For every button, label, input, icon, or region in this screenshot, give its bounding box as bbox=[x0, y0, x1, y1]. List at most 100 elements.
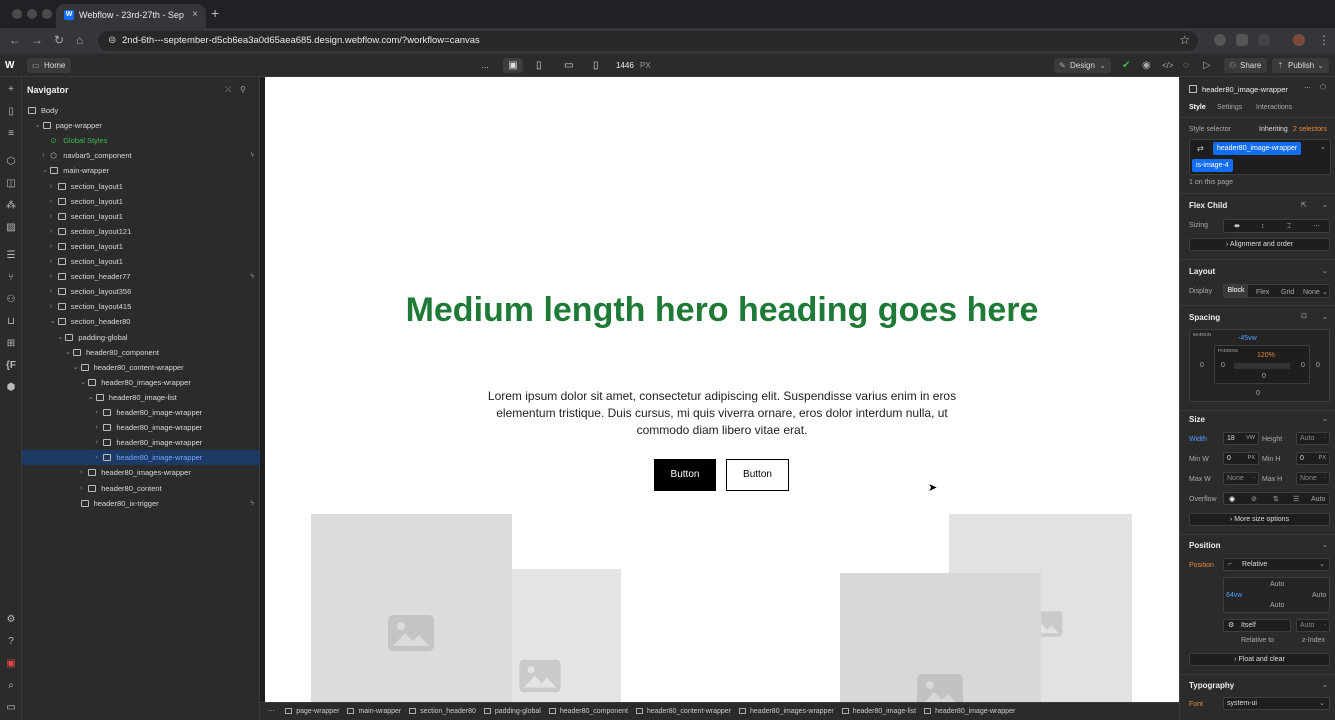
section-title-typography[interactable]: Typography bbox=[1189, 681, 1234, 690]
chevron-right-icon[interactable]: › bbox=[42, 148, 50, 163]
chevron-right-icon[interactable]: › bbox=[95, 420, 103, 435]
selector-chip-primary[interactable]: header80_image-wrapper bbox=[1213, 142, 1302, 155]
more-options-icon[interactable]: ⋯ bbox=[1304, 84, 1311, 92]
chevron-down-icon[interactable]: ⌄ bbox=[1322, 681, 1328, 689]
chevron-down-icon[interactable]: ⌄ bbox=[1322, 267, 1328, 275]
navigator-tree-row[interactable]: ⌄ page-wrapper bbox=[22, 118, 260, 133]
chevron-down-icon[interactable]: ⌄ bbox=[50, 314, 58, 329]
navigator-icon[interactable]: ≡ bbox=[5, 128, 17, 140]
audit-icon[interactable]: ▣ bbox=[5, 658, 17, 670]
max-width-input[interactable]: None - bbox=[1223, 472, 1259, 485]
add-elements-icon[interactable]: + bbox=[5, 84, 17, 96]
reload-icon[interactable]: ↻ bbox=[54, 33, 64, 47]
navigator-tree-row[interactable]: › section_layout415 bbox=[22, 299, 260, 314]
navigator-tree-row[interactable]: ⌄ header80_image-list bbox=[22, 390, 260, 405]
forward-icon[interactable]: → bbox=[31, 33, 43, 47]
chevron-down-icon[interactable]: ⌄ bbox=[57, 330, 65, 345]
chevron-down-icon[interactable]: ⌄ bbox=[73, 360, 81, 375]
mobile-landscape-breakpoint-icon[interactable]: ▭ bbox=[564, 58, 573, 73]
navigator-tree-row[interactable]: ⌄ padding-global bbox=[22, 330, 260, 345]
chevron-right-icon[interactable]: › bbox=[50, 194, 58, 209]
design-canvas[interactable]: Medium length hero heading goes here Lor… bbox=[265, 77, 1179, 702]
min-height-unit[interactable]: PX bbox=[1319, 453, 1326, 464]
navigator-tree-row[interactable]: header80_ix-trigger ϟ bbox=[22, 496, 260, 511]
home-icon[interactable]: ⌂ bbox=[76, 33, 83, 47]
chevron-right-icon[interactable]: › bbox=[50, 224, 58, 239]
site-info-icon[interactable]: ⊜ bbox=[108, 35, 116, 46]
check-status-icon[interactable]: ✔ bbox=[1122, 58, 1130, 73]
display-none-option[interactable]: None bbox=[1303, 287, 1320, 298]
chevron-down-icon[interactable]: ⌄ bbox=[65, 345, 73, 360]
chevron-right-icon[interactable]: › bbox=[95, 405, 103, 420]
tablet-breakpoint-icon[interactable]: ▯ bbox=[536, 58, 542, 73]
spacing-mode-icon[interactable]: ⊡ bbox=[1301, 312, 1307, 320]
navigator-tree-row[interactable]: › section_layout121 bbox=[22, 224, 260, 239]
section-title-position[interactable]: Position bbox=[1189, 541, 1221, 550]
chevron-right-icon[interactable]: › bbox=[50, 209, 58, 224]
overflow-scroll-icon[interactable]: ⇅ bbox=[1273, 494, 1279, 505]
navigator-tree-row[interactable]: › header80_image-wrapper bbox=[22, 435, 260, 450]
minimize-window-dot[interactable] bbox=[27, 9, 37, 19]
ecommerce-icon[interactable]: ⊔ bbox=[5, 316, 17, 328]
grow-icon[interactable]: ↕ bbox=[1261, 221, 1265, 232]
settings-icon[interactable]: ⚙ bbox=[5, 614, 17, 626]
overflow-clip-icon[interactable]: ☰ bbox=[1293, 494, 1299, 505]
navigator-tree-row[interactable]: ⌄ header80_component bbox=[22, 345, 260, 360]
max-width-unit-chevron[interactable]: - bbox=[1253, 473, 1255, 484]
position-select[interactable]: ⌐ Relative ⌄ bbox=[1223, 558, 1330, 571]
search-icon[interactable]: ⌕ bbox=[5, 680, 17, 692]
chevron-down-icon[interactable]: ⌄ bbox=[1322, 313, 1328, 321]
position-right-value[interactable]: Auto bbox=[1312, 592, 1326, 599]
navigator-tree-row[interactable]: › ⬡ navbar5_component ϟ bbox=[22, 148, 260, 163]
navigator-tree-row[interactable]: › section_header77 ϟ bbox=[22, 269, 260, 284]
mode-switcher-button[interactable]: ✎ Design ⌄ bbox=[1054, 58, 1111, 73]
overflow-auto-option[interactable]: Auto bbox=[1311, 494, 1325, 505]
navigator-tree-row[interactable]: › header80_image-wrapper bbox=[22, 420, 260, 435]
logic-icon[interactable]: ⑂ bbox=[5, 272, 17, 284]
position-offsets-box[interactable]: Auto 64vw Auto Auto bbox=[1223, 577, 1330, 613]
selector-field[interactable]: ⇄ header80_image-wrapper ⌄ is-image-4 bbox=[1189, 139, 1331, 175]
users-icon[interactable]: ⚇ bbox=[5, 294, 17, 306]
margin-bottom-value[interactable]: 0 bbox=[1256, 390, 1260, 397]
z-index-unit-chevron[interactable]: - bbox=[1324, 620, 1326, 631]
play-icon[interactable]: ▷ bbox=[1203, 58, 1211, 73]
components-icon[interactable]: ⬡ bbox=[5, 156, 17, 168]
z-index-input[interactable]: Auto - bbox=[1296, 619, 1330, 632]
browser-menu-icon[interactable]: ⋮ bbox=[1318, 33, 1330, 47]
navigator-tree-row[interactable]: ⊙ Global Styles bbox=[22, 133, 260, 148]
chevron-down-icon[interactable]: ⌄ bbox=[80, 375, 88, 390]
cms-icon[interactable]: ☰ bbox=[5, 250, 17, 262]
height-unit-chevron[interactable]: - bbox=[1324, 433, 1326, 444]
code-icon[interactable]: </> bbox=[1162, 58, 1174, 73]
padding-left-value[interactable]: 0 bbox=[1221, 362, 1225, 369]
navigator-tree-row[interactable]: › section_layout1 bbox=[22, 179, 260, 194]
publish-button[interactable]: ⇡ Publish ⌄ bbox=[1272, 58, 1329, 73]
image-placeholder[interactable] bbox=[512, 569, 621, 702]
section-title-size[interactable]: Size bbox=[1189, 415, 1205, 424]
more-size-options-button[interactable]: › More size options bbox=[1189, 513, 1330, 526]
overflow-visible-icon[interactable]: ◉ bbox=[1229, 494, 1235, 505]
pin-icon[interactable]: ⚲ bbox=[240, 85, 246, 94]
navigator-tree-row[interactable]: › section_layout1 bbox=[22, 254, 260, 269]
width-input[interactable]: 18 VW bbox=[1223, 432, 1259, 445]
chevron-right-icon[interactable]: › bbox=[50, 254, 58, 269]
navigator-tree-row[interactable]: ⌄ main-wrapper bbox=[22, 163, 260, 178]
tab-style[interactable]: Style bbox=[1189, 104, 1206, 111]
width-unit[interactable]: VW bbox=[1246, 433, 1255, 444]
breadcrumb-item[interactable]: page-wrapper bbox=[285, 703, 339, 720]
secondary-button[interactable]: Button bbox=[726, 459, 789, 491]
section-title-spacing[interactable]: Spacing bbox=[1189, 313, 1220, 322]
share-button[interactable]: ⚇ Share bbox=[1224, 58, 1267, 73]
margin-left-value[interactable]: 0 bbox=[1200, 362, 1204, 369]
browser-tab[interactable]: W Webflow - 23rd-27th - Septe × bbox=[56, 4, 206, 28]
display-flex-option[interactable]: Flex bbox=[1256, 287, 1269, 298]
breadcrumb-item[interactable]: header80_content-wrapper bbox=[635, 703, 731, 720]
display-toggle-group[interactable]: Block Flex Grid None ⌄ bbox=[1223, 284, 1330, 298]
no-shrink-icon[interactable]: ⌶ bbox=[1287, 221, 1291, 232]
more-breakpoints-button[interactable]: … bbox=[481, 58, 489, 73]
zoom-window-dot[interactable] bbox=[42, 9, 52, 19]
chevron-right-icon[interactable]: › bbox=[80, 481, 88, 496]
chevron-down-icon[interactable]: ⌄ bbox=[88, 390, 96, 405]
breadcrumb-item[interactable]: section_header80 bbox=[409, 703, 476, 720]
collapse-icon[interactable]: ⤫ bbox=[225, 85, 231, 95]
